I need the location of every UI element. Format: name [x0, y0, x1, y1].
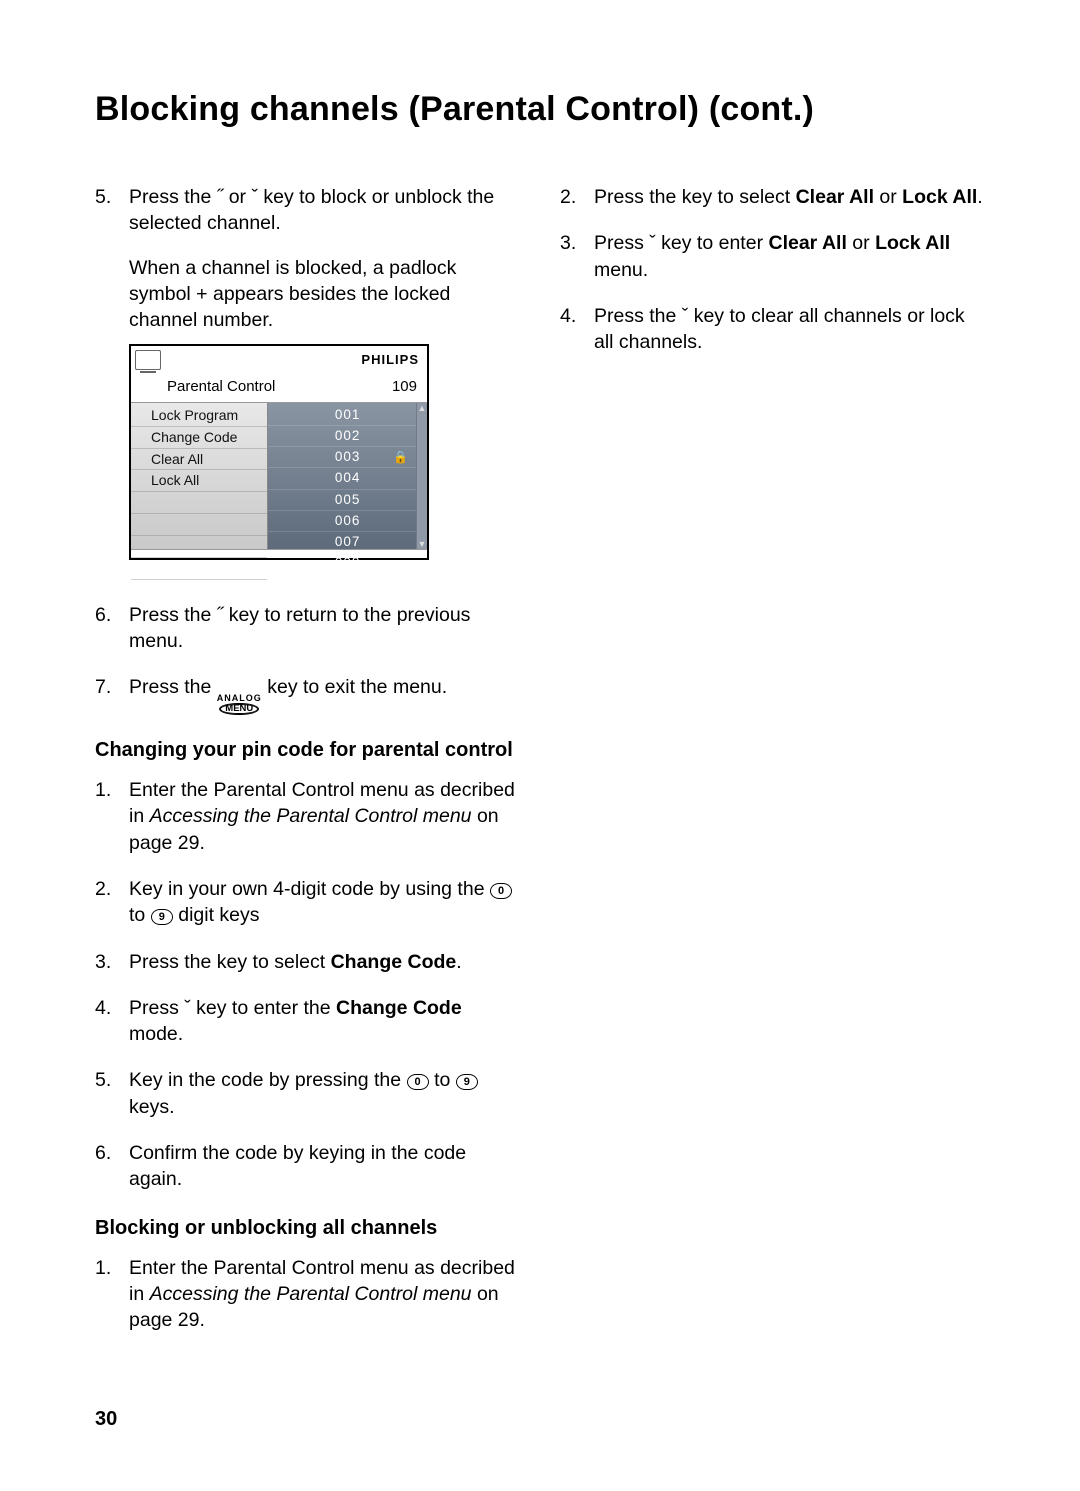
tv-icon [135, 350, 161, 370]
step-text: Enter the Parental Control menu as decri… [129, 777, 520, 856]
osd-channel: 008 [268, 553, 427, 574]
osd-option-list: Lock Program Change Code Clear All Lock … [131, 403, 268, 549]
brand-label: PHILIPS [361, 351, 419, 369]
osd-header: Parental Control 109 [131, 374, 427, 402]
step-4: 4. Press ˇ key to enter the Change Code … [95, 995, 520, 1048]
change-pin-steps: 1. Enter the Parental Control menu as de… [95, 777, 520, 1193]
step-3: 3. Press the key to select Change Code. [95, 949, 520, 975]
osd-channel: 004 [268, 468, 427, 489]
page-number: 30 [95, 1408, 117, 1431]
digit-9-key-icon: 9 [151, 909, 173, 925]
step-6: 6. Press the ˝ key to return to the prev… [95, 602, 520, 655]
osd-option-blank [131, 536, 267, 558]
step-number: 6. [95, 602, 129, 655]
menu-key-icon: ANALOG MENU [217, 694, 262, 715]
step-4: 4. Press the ˇ key to clear all channels… [560, 303, 985, 356]
step-text: Enter the Parental Control menu as decri… [129, 1255, 520, 1334]
osd-channel: 007 [268, 532, 427, 553]
steps-continued: 5. Press the ˝ or ˇ key to block or unbl… [95, 184, 520, 715]
osd-option-blank [131, 492, 267, 514]
osd-channel-list: 001 002 003🔒 004 005 006 007 008 ▲ [268, 403, 427, 549]
step-1: 1. Enter the Parental Control menu as de… [95, 1255, 520, 1334]
scroll-up-icon: ▲ [418, 403, 427, 413]
osd-option: Lock All [131, 470, 267, 492]
osd-option-blank [131, 514, 267, 536]
osd-screenshot: PHILIPS Parental Control 109 Lock Progra… [129, 344, 429, 560]
lock-icon: 🔒 [393, 449, 409, 465]
osd-top-bar: PHILIPS [131, 346, 427, 374]
step-number: 1. [95, 1255, 129, 1334]
digit-0-key-icon: 0 [407, 1074, 429, 1090]
step-text: Press the ANALOG MENU key to exit the me… [129, 674, 520, 715]
osd-body: Lock Program Change Code Clear All Lock … [131, 402, 427, 549]
step-number: 4. [560, 303, 594, 356]
left-column: 5. Press the ˝ or ˇ key to block or unbl… [95, 184, 520, 1354]
osd-channel: 003🔒 [268, 447, 427, 468]
osd-channel: 005 [268, 490, 427, 511]
osd-menu-title: Parental Control [167, 377, 275, 397]
osd-channel: 006 [268, 511, 427, 532]
osd-option: Clear All [131, 449, 267, 471]
step-text: Press the ˝ key to return to the previou… [129, 602, 520, 655]
osd-option: Change Code [131, 427, 267, 449]
step-number: 5. [95, 1067, 129, 1120]
step-text: Press the ˝ or ˇ key to block or unblock… [129, 184, 520, 237]
step-text: Press ˇ key to enter Clear All or Lock A… [594, 230, 985, 283]
step-5b: 5. Key in the code by pressing the 0 to … [95, 1067, 520, 1120]
step-5: 5. Press the ˝ or ˇ key to block or unbl… [95, 184, 520, 582]
osd-option: Lock Program [131, 405, 267, 427]
step-number: 4. [95, 995, 129, 1048]
step-text: Press the ˇ key to clear all channels or… [594, 303, 985, 356]
step-text: Confirm the code by keying in the code a… [129, 1140, 520, 1193]
right-column: 2. Press the key to select Clear All or … [560, 184, 985, 1354]
step-7: 7. Press the ANALOG MENU key to exit the… [95, 674, 520, 715]
step-number: 2. [560, 184, 594, 210]
step-text: Press the key to select Clear All or Loc… [594, 184, 985, 210]
block-all-steps-continued: 2. Press the key to select Clear All or … [560, 184, 985, 356]
step-text: Key in the code by pressing the 0 to 9 k… [129, 1067, 520, 1120]
step-number: 5. [95, 184, 129, 582]
step-1: 1. Enter the Parental Control menu as de… [95, 777, 520, 856]
step-note: When a channel is blocked, a padlock sym… [129, 255, 520, 334]
osd-channel: 002 [268, 426, 427, 447]
step-number: 6. [95, 1140, 129, 1193]
two-column-layout: 5. Press the ˝ or ˇ key to block or unbl… [95, 184, 985, 1354]
digit-9-key-icon: 9 [456, 1074, 478, 1090]
step-number: 3. [95, 949, 129, 975]
osd-scrollbar: ▲ ▼ [416, 403, 427, 549]
step-text: Key in your own 4-digit code by using th… [129, 876, 520, 929]
digit-0-key-icon: 0 [490, 883, 512, 899]
step-number: 1. [95, 777, 129, 856]
scroll-down-icon: ▼ [418, 539, 427, 549]
step-3: 3. Press ˇ key to enter Clear All or Loc… [560, 230, 985, 283]
osd-option-blank [131, 558, 267, 580]
osd-channel-header: 109 [392, 377, 417, 397]
step-number: 2. [95, 876, 129, 929]
step-6b: 6. Confirm the code by keying in the cod… [95, 1140, 520, 1193]
step-text: Press ˇ key to enter the Change Code mod… [129, 995, 520, 1048]
step-2: 2. Press the key to select Clear All or … [560, 184, 985, 210]
subheading-change-pin: Changing your pin code for parental cont… [95, 737, 520, 763]
step-number: 3. [560, 230, 594, 283]
manual-page: Blocking channels (Parental Control) (co… [0, 0, 1080, 1491]
block-all-steps: 1. Enter the Parental Control menu as de… [95, 1255, 520, 1334]
step-number: 7. [95, 674, 129, 715]
subheading-block-all: Blocking or unblocking all channels [95, 1215, 520, 1241]
osd-channel: 001 [268, 405, 427, 426]
step-text: Press the key to select Change Code. [129, 949, 520, 975]
page-title: Blocking channels (Parental Control) (co… [95, 90, 985, 129]
step-2: 2. Key in your own 4-digit code by using… [95, 876, 520, 929]
